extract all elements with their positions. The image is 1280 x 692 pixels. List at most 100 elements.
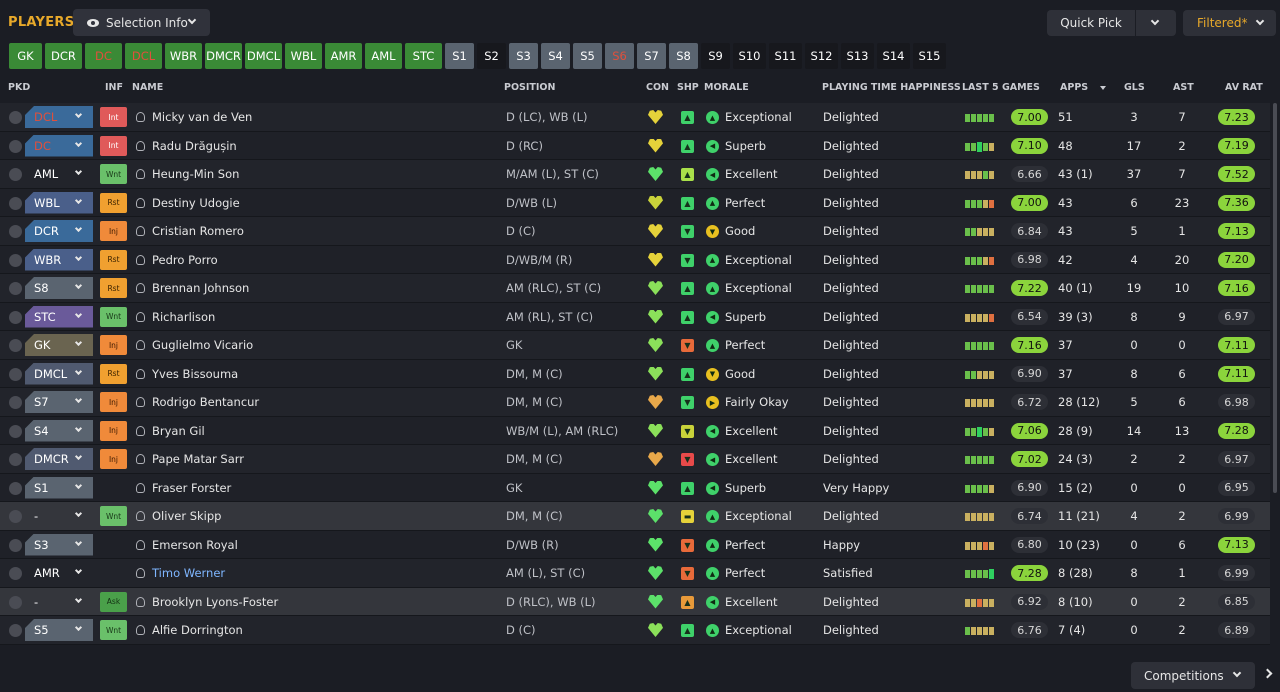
tab-s4[interactable]: S4 xyxy=(541,43,570,69)
position-select[interactable]: DC xyxy=(25,134,93,157)
scrollbar[interactable] xyxy=(1273,103,1277,493)
player-name-link[interactable]: Rodrigo Bentancur xyxy=(152,395,259,409)
player-name-link[interactable]: Richarlison xyxy=(152,310,215,324)
player-name-link[interactable]: Fraser Forster xyxy=(152,481,231,495)
tab-dmcr[interactable]: DMCR xyxy=(205,43,242,69)
interaction-badge[interactable]: Inj xyxy=(100,420,127,441)
table-row[interactable]: AML Wnt Heung-Min Son M/AM (L), ST (C) ▲ ◀ Exc… xyxy=(0,160,1270,189)
player-name-link[interactable]: Micky van de Ven xyxy=(152,110,252,124)
table-row[interactable]: DCL Int Micky van de Ven D (LC), WB (L) ▲ ▲ Ex… xyxy=(0,103,1270,132)
col-inf[interactable]: INF xyxy=(105,82,123,93)
picked-check-icon[interactable] xyxy=(9,282,22,295)
picked-check-icon[interactable] xyxy=(9,139,22,153)
tab-s7[interactable]: S7 xyxy=(637,43,666,69)
interaction-badge[interactable]: Int xyxy=(100,107,127,127)
interaction-badge[interactable]: Int xyxy=(100,135,127,156)
tab-dcr[interactable]: DCR xyxy=(45,43,82,69)
position-select[interactable]: AML xyxy=(25,163,93,185)
interaction-badge[interactable]: Inj xyxy=(100,392,127,412)
table-row[interactable]: GK Inj Guglielmo Vicario GK ▼ ▲ Perfect Delight… xyxy=(0,331,1270,360)
interaction-badge[interactable]: Rst xyxy=(100,192,127,213)
interaction-badge[interactable]: Rst xyxy=(100,278,127,298)
col-shp[interactable]: SHP xyxy=(677,82,699,93)
tab-s10[interactable]: S10 xyxy=(733,43,766,69)
player-name-link[interactable]: Pape Matar Sarr xyxy=(152,452,244,466)
player-name-link[interactable]: Alfie Dorrington xyxy=(152,623,243,637)
position-select[interactable]: DMCR xyxy=(25,448,93,470)
table-row[interactable]: S1 Fraser Forster GK ▲ ◀ Superb Very Happy 6.90… xyxy=(0,473,1270,502)
picked-check-icon[interactable] xyxy=(9,310,22,324)
position-select[interactable]: - xyxy=(25,505,93,527)
position-select[interactable]: GK xyxy=(25,334,93,356)
picked-check-icon[interactable] xyxy=(9,111,22,124)
table-row[interactable]: DC Int Radu Drăgușin D (RC) ▲ ◀ Superb Delighte… xyxy=(0,131,1270,160)
interaction-badge[interactable]: Rst xyxy=(100,363,127,384)
tab-dc[interactable]: DC xyxy=(85,43,122,69)
interaction-badge[interactable]: Wnt xyxy=(100,306,127,327)
table-row[interactable]: - Wnt Oliver Skipp DM, M (C) ▬ ▲ Exceptional De… xyxy=(0,502,1270,531)
player-name-link[interactable]: Heung-Min Son xyxy=(152,167,239,181)
tab-s5[interactable]: S5 xyxy=(573,43,602,69)
picked-check-icon[interactable] xyxy=(9,225,22,238)
interaction-badge[interactable]: Ask xyxy=(100,591,127,612)
table-row[interactable]: WBR Rst Pedro Porro D/WB/M (R) ▼ ▲ Exceptional… xyxy=(0,245,1270,274)
selection-info-button[interactable]: Selection Info xyxy=(73,9,210,36)
tab-dcl[interactable]: DCL xyxy=(125,43,162,69)
col-gls[interactable]: GLS xyxy=(1124,82,1145,93)
position-select[interactable]: DCR xyxy=(25,220,93,242)
col-ast[interactable]: AST xyxy=(1173,82,1194,93)
col-last-5-games[interactable]: LAST 5 GAMES xyxy=(962,82,1040,93)
picked-check-icon[interactable] xyxy=(9,339,22,352)
picked-check-icon[interactable] xyxy=(9,196,22,210)
player-name-link[interactable]: Destiny Udogie xyxy=(152,196,240,210)
picked-check-icon[interactable] xyxy=(9,396,22,409)
interaction-badge[interactable]: Rst xyxy=(100,249,127,270)
player-name-link[interactable]: Bryan Gil xyxy=(152,424,205,438)
picked-check-icon[interactable] xyxy=(9,253,22,267)
tab-dmcl[interactable]: DMCL xyxy=(245,43,282,69)
position-select[interactable]: S8 xyxy=(25,277,93,299)
table-row[interactable]: AMR Timo Werner AM (L), ST (C) ▼ ▲ Perfect Sat… xyxy=(0,559,1270,588)
tab-stc[interactable]: STC xyxy=(405,43,442,69)
col-pkd[interactable]: PKD xyxy=(8,82,30,93)
tab-amr[interactable]: AMR xyxy=(325,43,362,69)
tab-wbr[interactable]: WBR xyxy=(165,43,202,69)
interaction-badge[interactable]: Inj xyxy=(100,221,127,241)
tab-s9[interactable]: S9 xyxy=(701,43,730,69)
picked-check-icon[interactable] xyxy=(9,510,22,523)
position-select[interactable]: S3 xyxy=(25,533,93,556)
picked-check-icon[interactable] xyxy=(9,424,22,438)
table-row[interactable]: DMCL Rst Yves Bissouma DM, M (C) ▲ ▼ Good Delig… xyxy=(0,359,1270,388)
position-select[interactable]: S7 xyxy=(25,391,93,413)
tab-s2[interactable]: S2 xyxy=(477,43,506,69)
player-name-link[interactable]: Brooklyn Lyons-Foster xyxy=(152,595,278,609)
table-row[interactable]: S4 Inj Bryan Gil WB/M (L), AM (RLC) ▼ ◀ Excell… xyxy=(0,416,1270,445)
table-row[interactable]: DCR Inj Cristian Romero D (C) ▼ ▼ Good Delighte… xyxy=(0,217,1270,246)
table-row[interactable]: DMCR Inj Pape Matar Sarr DM, M (C) ▼ ◀ Excelle… xyxy=(0,445,1270,474)
tab-wbl[interactable]: WBL xyxy=(285,43,322,69)
table-row[interactable]: S8 Rst Brennan Johnson AM (RLC), ST (C) ▲ ▲ Ex… xyxy=(0,274,1270,303)
tab-s14[interactable]: S14 xyxy=(877,43,910,69)
competitions-button[interactable]: Competitions xyxy=(1131,662,1255,689)
player-name-link[interactable]: Emerson Royal xyxy=(152,538,238,552)
picked-check-icon[interactable] xyxy=(9,595,22,609)
interaction-badge[interactable]: Inj xyxy=(100,335,127,355)
interaction-badge[interactable]: Inj xyxy=(100,449,127,469)
player-name-link[interactable]: Pedro Porro xyxy=(152,253,218,267)
tab-s8[interactable]: S8 xyxy=(669,43,698,69)
player-name-link[interactable]: Radu Drăgușin xyxy=(152,139,237,153)
tab-s15[interactable]: S15 xyxy=(913,43,946,69)
col-position[interactable]: POSITION xyxy=(504,82,555,93)
position-select[interactable]: AMR xyxy=(25,562,93,584)
quick-pick-button[interactable]: Quick Pick xyxy=(1047,10,1135,36)
table-row[interactable]: WBL Rst Destiny Udogie D/WB (L) ▲ ▲ Perfect Del… xyxy=(0,188,1270,217)
position-select[interactable]: STC xyxy=(25,305,93,328)
picked-check-icon[interactable] xyxy=(9,367,22,381)
filter-button[interactable]: Filtered* xyxy=(1183,10,1276,36)
player-name-link[interactable]: Oliver Skipp xyxy=(152,509,221,523)
interaction-badge[interactable]: Wnt xyxy=(100,164,127,184)
table-row[interactable]: S3 Emerson Royal D/WB (R) ▼ ▲ Perfect Happy 6.8… xyxy=(0,530,1270,559)
player-name-link[interactable]: Yves Bissouma xyxy=(152,367,238,381)
position-select[interactable]: S5 xyxy=(25,619,93,641)
tab-s12[interactable]: S12 xyxy=(805,43,838,69)
